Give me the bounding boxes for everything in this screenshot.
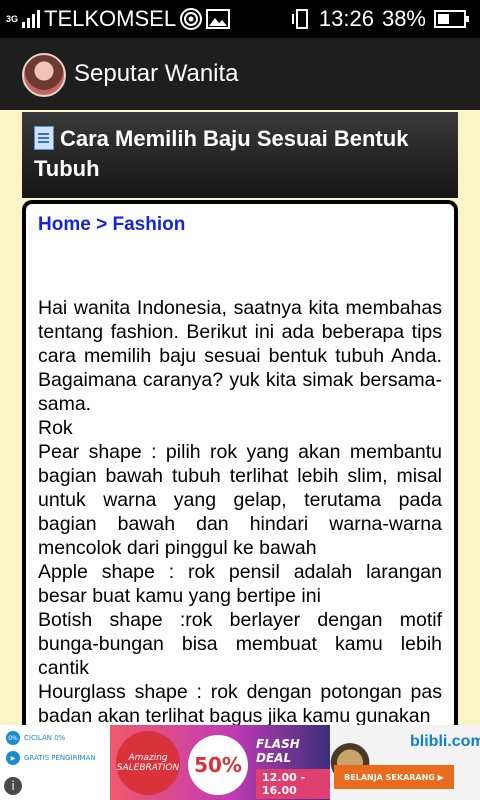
- paragraph: Hai wanita Indonesia, saatnya kita memba…: [38, 297, 442, 415]
- paragraph: Pear shape : pilih rok yang akan membant…: [38, 441, 442, 559]
- paragraph: Apple shape : rok pensil adalah larangan…: [38, 561, 442, 607]
- ad-time-range: 12.00 - 16.00: [256, 769, 330, 799]
- ad-cta-label: BELANJA SEKARANG: [344, 772, 435, 782]
- paragraph: Rok: [38, 417, 73, 439]
- image-notification-icon: [206, 9, 231, 29]
- ad-discount: 50%: [188, 735, 248, 795]
- signal-icon: [22, 10, 41, 28]
- ad-brand-logo: blibli.com: [410, 733, 480, 750]
- battery-icon: [434, 10, 469, 28]
- document-icon: [34, 126, 54, 150]
- paragraph: Hourglass shape : rok dengan potongan pa…: [38, 681, 442, 725]
- app-bar: Seputar Wanita: [0, 38, 480, 110]
- article-content: Home > Fashion Hai wanita Indonesia, saa…: [22, 200, 458, 725]
- app-logo-avatar[interactable]: [22, 53, 66, 97]
- breadcrumb-category-link[interactable]: Fashion: [112, 214, 185, 235]
- status-bar: 3G TELKOMSEL 13:26 38%: [0, 0, 480, 38]
- network-type: 3G: [6, 13, 19, 24]
- breadcrumb-separator: >: [96, 214, 108, 235]
- ad-flash-deal: FLASH DEAL: [256, 737, 300, 765]
- hotspot-icon: [180, 8, 203, 30]
- post-title-header: Cara Memilih Baju Sesuai Bentuk Tubuh: [22, 112, 458, 198]
- battery-percent: 38%: [381, 6, 426, 31]
- ad-gratis: GRATIS PENGIRIMAN: [24, 754, 96, 762]
- advertisement-banner[interactable]: 0% CICILAN 0% ▶ GRATIS PENGIRIMAN Amazing …: [0, 725, 480, 800]
- percent-badge-icon: 0%: [6, 731, 20, 745]
- ad-amazing-badge: Amazing SALEBRATION: [116, 731, 180, 795]
- ad-cta-button[interactable]: BELANJA SEKARANG ▶: [334, 765, 454, 789]
- carrier-name: TELKOMSEL: [44, 6, 177, 31]
- article-body: Hai wanita Indonesia, saatnya kita memba…: [38, 296, 442, 725]
- ad-cicilan: CICILAN 0%: [24, 734, 66, 742]
- vibrate-icon: [291, 9, 308, 29]
- info-icon[interactable]: i: [4, 777, 22, 795]
- clock: 13:26: [318, 6, 374, 31]
- breadcrumb-home-link[interactable]: Home: [38, 214, 91, 235]
- paragraph: Botish shape :rok berlayer dengan motif …: [38, 609, 442, 679]
- ad-sale-banner: Amazing SALEBRATION 50% FLASH DEAL 12.00…: [110, 725, 330, 800]
- breadcrumb: Home > Fashion: [38, 214, 442, 236]
- truck-icon: ▶: [6, 751, 20, 765]
- post-title: Cara Memilih Baju Sesuai Bentuk Tubuh: [34, 126, 409, 181]
- app-title: Seputar Wanita: [74, 60, 239, 87]
